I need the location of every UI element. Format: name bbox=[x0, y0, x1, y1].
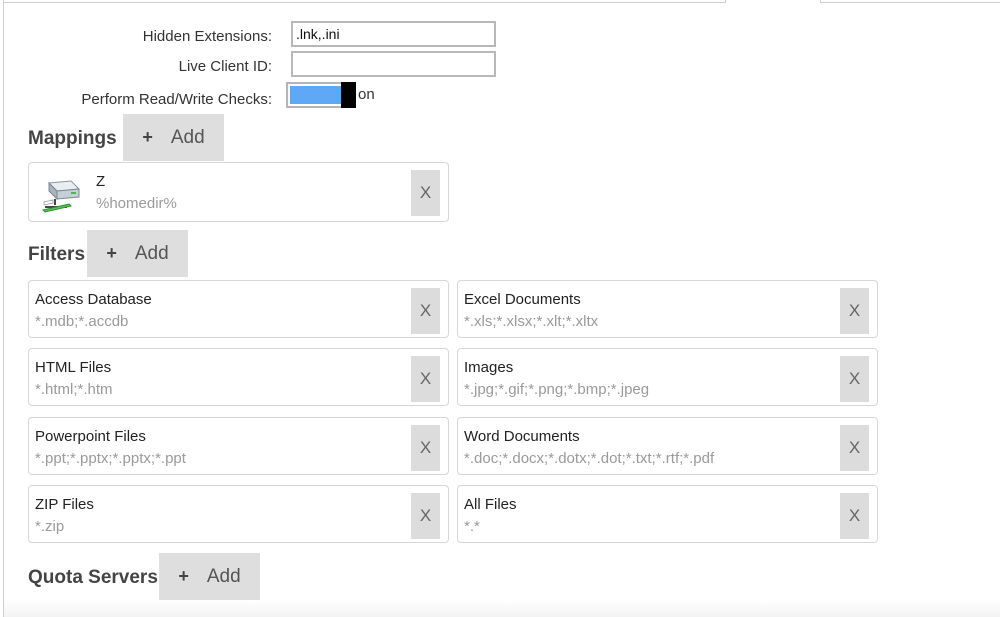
filter-item[interactable]: Powerpoint Files *.ppt;*.pptx;*.pptx;*.p… bbox=[28, 417, 449, 475]
toggle-knob[interactable] bbox=[341, 82, 356, 108]
quota-servers-title: Quota Servers bbox=[28, 567, 158, 588]
filter-pattern: *.ppt;*.pptx;*.pptx;*.ppt bbox=[35, 450, 186, 467]
close-icon: X bbox=[419, 506, 432, 525]
delete-filter-button[interactable]: X bbox=[840, 425, 869, 471]
delete-filter-button[interactable]: X bbox=[840, 493, 869, 539]
filter-pattern: *.zip bbox=[35, 518, 65, 535]
hidden-extensions-input[interactable] bbox=[291, 21, 496, 47]
add-quota-server-button[interactable]: + Add bbox=[159, 553, 260, 600]
mappings-title: Mappings bbox=[28, 128, 117, 149]
filter-pattern: *.xls;*.xlsx;*.xlt;*.xltx bbox=[464, 313, 599, 330]
plus-icon: + bbox=[142, 127, 153, 147]
delete-filter-button[interactable]: X bbox=[411, 425, 440, 471]
close-icon: X bbox=[848, 301, 861, 320]
plus-icon: + bbox=[106, 243, 117, 263]
close-icon: X bbox=[848, 369, 861, 388]
live-client-id-input[interactable] bbox=[291, 51, 496, 77]
panel-top-border bbox=[820, 2, 1000, 3]
filter-item[interactable]: ZIP Files *.zip X bbox=[28, 485, 449, 543]
delete-filter-button[interactable]: X bbox=[411, 493, 440, 539]
add-mapping-button[interactable]: + Add bbox=[123, 114, 224, 161]
filter-name: Excel Documents bbox=[464, 291, 581, 308]
close-icon: X bbox=[419, 183, 432, 202]
mapping-drive-letter: Z bbox=[96, 173, 106, 190]
filter-name: Images bbox=[464, 359, 514, 376]
close-icon: X bbox=[848, 506, 861, 525]
add-filter-button[interactable]: + Add bbox=[87, 230, 188, 277]
network-drive-icon bbox=[42, 180, 81, 213]
add-mapping-label: Add bbox=[170, 126, 205, 148]
filter-item[interactable]: Word Documents *.doc;*.docx;*.dotx;*.dot… bbox=[457, 417, 878, 475]
add-quota-server-label: Add bbox=[206, 565, 241, 587]
filter-item[interactable]: Access Database *.mdb;*.accdb X bbox=[28, 280, 449, 338]
add-filter-label: Add bbox=[134, 242, 169, 264]
read-write-checks-toggle[interactable] bbox=[286, 82, 356, 108]
delete-filter-button[interactable]: X bbox=[840, 356, 869, 402]
filter-pattern: *.doc;*.docx;*.dotx;*.dot;*.txt;*.rtf;*.… bbox=[464, 450, 715, 467]
delete-mapping-button[interactable]: X bbox=[411, 170, 440, 216]
filter-name: ZIP Files bbox=[35, 496, 94, 513]
delete-filter-button[interactable]: X bbox=[840, 288, 869, 334]
close-icon: X bbox=[848, 438, 861, 457]
toggle-state-label: on bbox=[358, 86, 375, 103]
filters-title: Filters bbox=[28, 244, 86, 265]
close-icon: X bbox=[419, 301, 432, 320]
plus-icon: + bbox=[178, 566, 189, 586]
filter-pattern: *.html;*.htm bbox=[35, 381, 113, 398]
tab-edge bbox=[725, 0, 726, 3]
panel-top-border bbox=[3, 2, 726, 3]
filter-item[interactable]: Images *.jpg;*.gif;*.png;*.bmp;*.jpeg X bbox=[457, 348, 878, 406]
filter-item[interactable]: Excel Documents *.xls;*.xlsx;*.xlt;*.xlt… bbox=[457, 280, 878, 338]
mapping-path: %homedir% bbox=[96, 195, 177, 212]
filter-name: All Files bbox=[464, 496, 517, 513]
live-client-id-label: Live Client ID: bbox=[178, 58, 272, 75]
toggle-fill bbox=[290, 86, 341, 104]
delete-filter-button[interactable]: X bbox=[411, 288, 440, 334]
panel-footer-shade bbox=[4, 600, 1000, 617]
filter-pattern: *.jpg;*.gif;*.png;*.bmp;*.jpeg bbox=[464, 381, 650, 398]
filter-item[interactable]: HTML Files *.html;*.htm X bbox=[28, 348, 449, 406]
filter-name: Access Database bbox=[35, 291, 152, 308]
filter-name: Word Documents bbox=[464, 428, 580, 445]
close-icon: X bbox=[419, 438, 432, 457]
close-icon: X bbox=[419, 369, 432, 388]
read-write-checks-label: Perform Read/Write Checks: bbox=[81, 91, 272, 108]
filter-pattern: *.mdb;*.accdb bbox=[35, 313, 129, 330]
filter-name: HTML Files bbox=[35, 359, 112, 376]
mapping-item[interactable]: Z %homedir% X bbox=[28, 162, 449, 222]
hidden-extensions-label: Hidden Extensions: bbox=[142, 28, 272, 45]
filter-item[interactable]: All Files *.* X bbox=[457, 485, 878, 543]
filter-pattern: *.* bbox=[464, 518, 480, 535]
delete-filter-button[interactable]: X bbox=[411, 356, 440, 402]
filter-name: Powerpoint Files bbox=[35, 428, 146, 445]
